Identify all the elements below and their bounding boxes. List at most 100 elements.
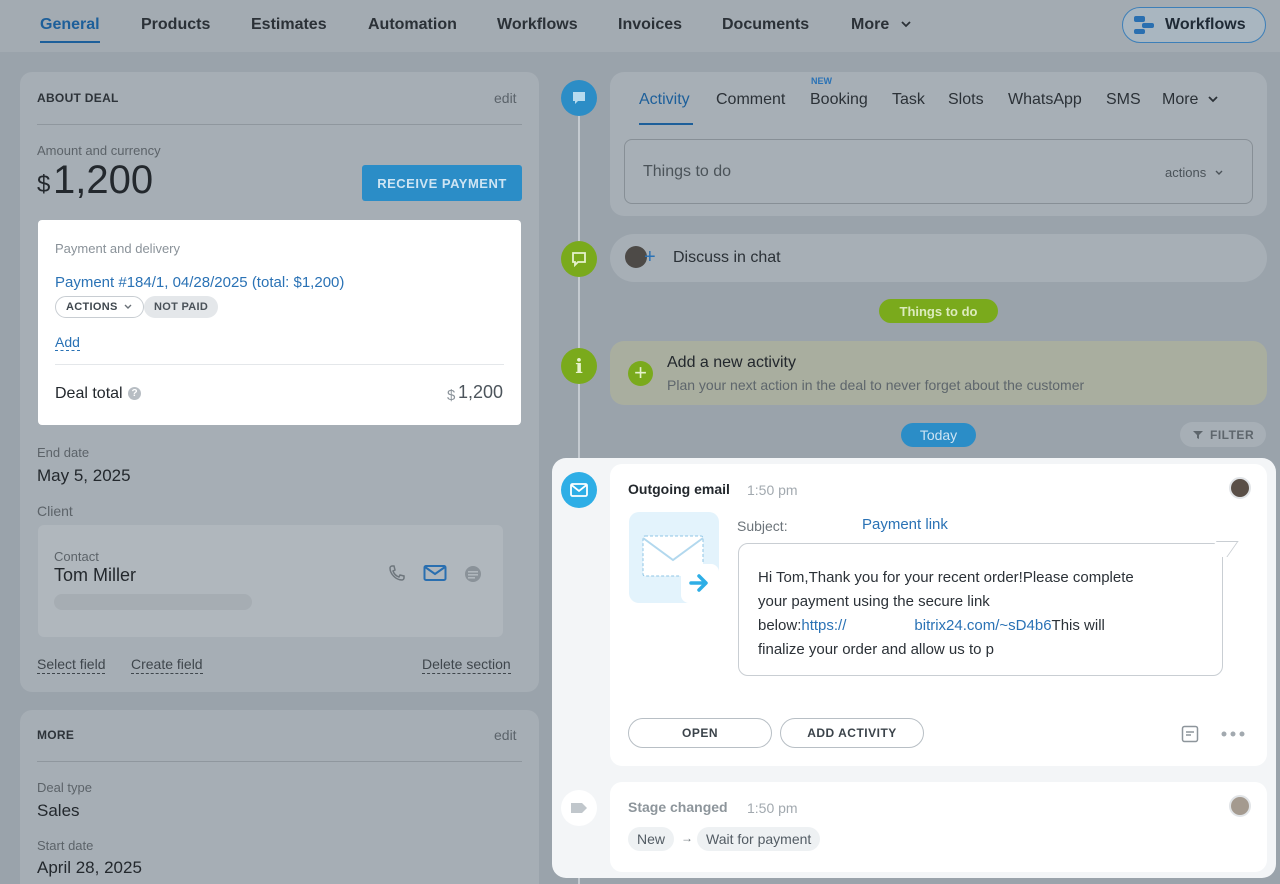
tab-more-label: More <box>851 16 890 33</box>
filter-button[interactable]: FILTER <box>1180 422 1266 447</box>
things-to-do-badge: Things to do <box>879 299 998 323</box>
email-body-line: your payment using the secure link <box>758 593 990 610</box>
activity-tab-task[interactable]: Task <box>892 91 925 109</box>
workflows-button-label: Workflows <box>1165 16 1246 33</box>
today-badge: Today <box>901 423 976 447</box>
avatar <box>1229 477 1251 499</box>
envelope-icon <box>642 535 719 603</box>
actions-dropdown-label: actions <box>1165 165 1207 180</box>
start-date-label: Start date <box>37 838 94 853</box>
discuss-chat-label: Discuss in chat <box>673 249 781 266</box>
divider <box>55 364 504 365</box>
chevron-down-icon <box>124 304 132 309</box>
delete-section-link[interactable]: Delete section <box>422 656 511 674</box>
email-body: Hi Tom,Thank you for your recent order!P… <box>758 566 1188 662</box>
chat-timeline-icon <box>561 241 597 277</box>
top-navigation: General Products Estimates Automation Wo… <box>0 0 1280 52</box>
add-activity-row[interactable] <box>610 341 1267 405</box>
contact-name[interactable]: Tom Miller <box>54 565 136 586</box>
activity-tab-slots[interactable]: Slots <box>948 91 984 109</box>
email-time: 1:50 pm <box>747 482 798 498</box>
activity-tab-booking[interactable]: Booking <box>810 91 868 109</box>
activity-tab-comment[interactable]: Comment <box>716 91 785 109</box>
actions-dropdown[interactable]: actions <box>1165 165 1224 180</box>
plus-icon[interactable]: + <box>644 246 656 268</box>
info-icon: i <box>561 348 597 384</box>
divider <box>37 761 522 762</box>
more-title: MORE <box>37 728 75 742</box>
email-title: Outgoing email <box>628 481 730 497</box>
arrow-right-icon: → <box>681 831 693 845</box>
activity-tab-more[interactable]: More <box>1162 91 1219 109</box>
tab-general[interactable]: General <box>40 16 100 43</box>
start-date-value[interactable]: April 28, 2025 <box>37 858 142 878</box>
activity-tab-activity[interactable]: Activity <box>639 91 690 109</box>
more-dots-icon[interactable] <box>1220 730 1246 738</box>
subject-value[interactable]: Payment link <box>862 516 948 533</box>
stage-changed-time: 1:50 pm <box>747 800 798 816</box>
add-activity-title: Add a new activity <box>667 354 796 371</box>
filter-label: FILTER <box>1210 427 1255 442</box>
email-icon[interactable] <box>423 564 447 582</box>
end-date-label: End date <box>37 445 90 460</box>
activity-tab-whatsapp[interactable]: WhatsApp <box>1008 91 1082 109</box>
chevron-down-icon <box>1215 170 1223 175</box>
stage-timeline-icon <box>561 790 597 826</box>
active-tab-underline <box>639 123 693 125</box>
receive-payment-button[interactable]: RECEIVE PAYMENT <box>362 165 522 201</box>
amount-currency: $ <box>37 171 51 198</box>
chat-icon[interactable] <box>463 564 483 584</box>
deal-total-value: 1,200 <box>458 382 504 402</box>
payment-delivery-label: Payment and delivery <box>55 241 181 256</box>
tab-workflows[interactable]: Workflows <box>497 16 578 34</box>
payment-link[interactable]: Payment #184/1, 04/28/2025 (total: $1,20… <box>55 274 344 291</box>
add-activity-button[interactable]: ADD ACTIVITY <box>780 718 924 748</box>
open-button[interactable]: OPEN <box>628 718 772 748</box>
select-field-link[interactable]: Select field <box>37 656 106 674</box>
stage-from-chip: New <box>628 827 675 851</box>
things-to-do-placeholder: Things to do <box>643 163 732 180</box>
about-deal-title: ABOUT DEAL <box>37 91 119 105</box>
more-edit-link[interactable]: edit <box>494 727 517 743</box>
actions-pill[interactable]: ACTIONS <box>55 296 144 318</box>
deal-total-label: Deal total <box>55 385 123 402</box>
deal-type-value[interactable]: Sales <box>37 801 80 821</box>
actions-pill-label: ACTIONS <box>66 301 118 313</box>
chevron-down-icon <box>1208 96 1218 103</box>
stage-to-chip: Wait for payment <box>697 827 821 851</box>
email-body-line: finalize your order and allow us to p <box>758 641 994 658</box>
email-body-text: This will <box>1051 617 1105 634</box>
amount-value: 1,200 <box>53 158 154 202</box>
email-body-link[interactable]: https:// <box>801 617 846 634</box>
add-payment-link[interactable]: Add <box>55 334 80 351</box>
end-date-value[interactable]: May 5, 2025 <box>37 466 131 486</box>
help-icon[interactable]: ? <box>128 387 141 400</box>
activity-tab-more-label: More <box>1162 91 1199 108</box>
tab-automation[interactable]: Automation <box>368 16 457 34</box>
note-icon[interactable] <box>1181 725 1199 743</box>
deal-type-label: Deal type <box>37 780 92 795</box>
chevron-down-icon <box>901 21 911 28</box>
contact-blurred-info <box>54 594 252 610</box>
email-body-link[interactable]: bitrix24.com/~sD4b6 <box>914 617 1051 634</box>
avatar <box>1229 795 1251 817</box>
workflows-button[interactable]: Workflows <box>1122 7 1266 43</box>
not-paid-badge: NOT PAID <box>144 296 219 318</box>
deal-total-currency: $ <box>447 387 456 404</box>
phone-icon[interactable] <box>387 563 407 583</box>
activity-tab-sms[interactable]: SMS <box>1106 91 1141 109</box>
tab-products[interactable]: Products <box>141 16 210 34</box>
tab-estimates[interactable]: Estimates <box>251 16 327 34</box>
tab-invoices[interactable]: Invoices <box>618 16 682 34</box>
add-activity-subtitle: Plan your next action in the deal to nev… <box>667 377 1085 393</box>
about-deal-edit-link[interactable]: edit <box>494 90 517 106</box>
tab-documents[interactable]: Documents <box>722 16 809 34</box>
tab-more[interactable]: More <box>851 16 912 34</box>
add-circle-icon[interactable]: + <box>628 361 653 386</box>
amount-label: Amount and currency <box>37 143 161 158</box>
create-field-link[interactable]: Create field <box>131 656 203 674</box>
workflow-icon <box>1134 16 1154 34</box>
email-body-line: Hi Tom,Thank you for your recent order!P… <box>758 569 1134 586</box>
email-body-line: below:https:// bitrix24.com/~sD4b6This wi… <box>758 614 1188 638</box>
tag-icon <box>571 803 587 813</box>
